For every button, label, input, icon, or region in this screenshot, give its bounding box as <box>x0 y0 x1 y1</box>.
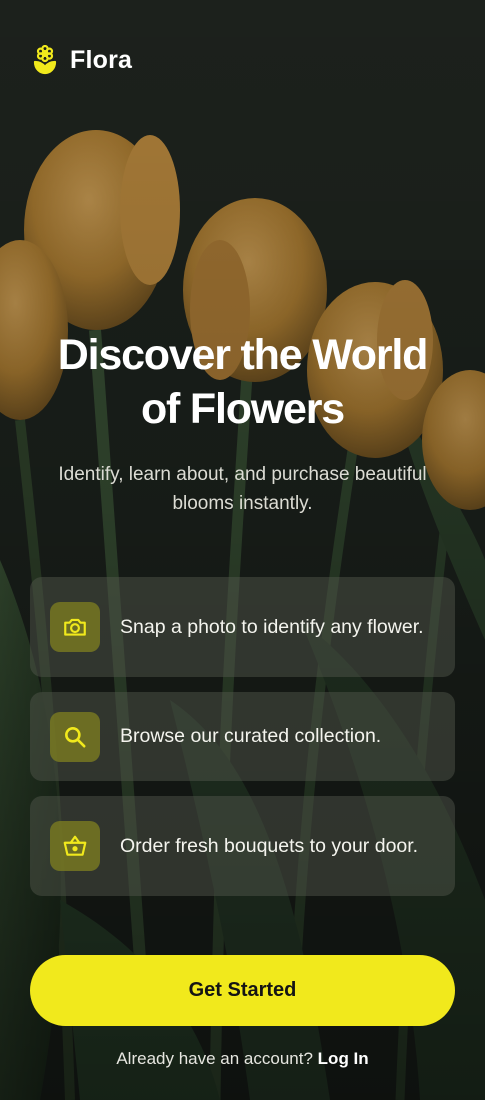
hero-subtitle-line-2: blooms instantly. <box>172 493 313 514</box>
camera-icon <box>50 602 100 652</box>
login-prompt: Already have an account? Log In <box>0 1046 485 1072</box>
hero-subtitle: Identify, learn about, and purchase beau… <box>30 460 455 518</box>
search-icon <box>50 711 100 762</box>
hero-subtitle-line-1: Identify, learn about, and purchase beau… <box>58 464 427 485</box>
feature-card-order: Order fresh bouquets to your door. <box>30 796 455 896</box>
hero-title-line-2: of Flowers <box>140 385 345 433</box>
feature-text: Order fresh bouquets to your door. <box>120 834 419 857</box>
brand-header: Flora <box>32 44 132 76</box>
hero-title-line-1: Discover the World <box>57 331 429 379</box>
log-in-link[interactable]: Log In <box>318 1049 369 1068</box>
flower-icon <box>32 45 58 75</box>
feature-card-identify: Snap a photo to identify any flower. <box>30 577 455 677</box>
feature-card-browse: Browse our curated collection. <box>30 692 455 781</box>
hero-section: Discover the World of Flowers Identify, … <box>0 328 485 518</box>
app-name: Flora <box>70 45 133 74</box>
login-prompt-text: Already have an account? <box>116 1049 313 1068</box>
get-started-button[interactable]: Get Started <box>30 955 455 1026</box>
feature-text: Snap a photo to identify any flower. <box>120 615 424 638</box>
background-tulips-image <box>0 0 485 1100</box>
basket-icon <box>50 821 100 871</box>
hero-title: Discover the World of Flowers <box>28 328 458 436</box>
feature-text: Browse our curated collection. <box>120 725 382 747</box>
